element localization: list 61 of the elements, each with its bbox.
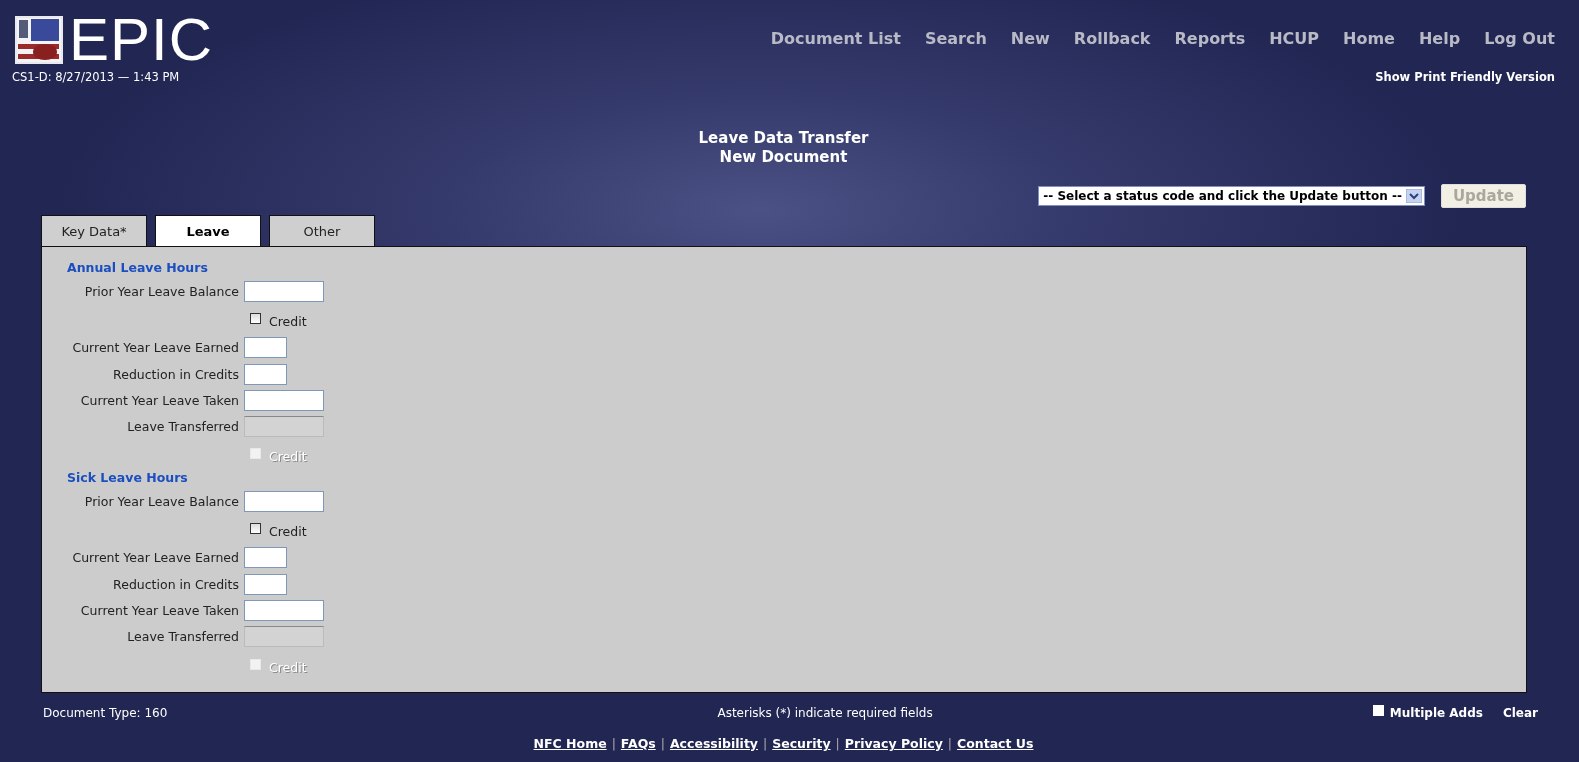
tab[interactable]: Other <box>269 215 375 246</box>
field-label: Current Year Leave Earned <box>71 550 240 566</box>
dropdown-arrow-icon <box>1405 189 1422 203</box>
checkbox-label: Credit <box>269 524 307 539</box>
status-dropdown[interactable]: -- Select a status code and click the Update button -- <box>1038 186 1425 206</box>
separator: | <box>835 736 840 751</box>
checkbox-label: Credit <box>269 659 307 675</box>
page-title: New Document <box>718 148 849 167</box>
tab[interactable]: Leave <box>155 215 261 246</box>
checkbox[interactable] <box>250 523 261 534</box>
nav-link[interactable]: Reports <box>1174 29 1246 48</box>
brand-name: EPIC <box>69 15 214 65</box>
required-note: Asterisks (*) indicate required fields <box>717 706 933 720</box>
input-field[interactable] <box>244 547 287 569</box>
section-heading: Sick Leave Hours <box>66 470 189 488</box>
section-heading: Annual Leave Hours <box>66 260 209 277</box>
field-label: Current Year Leave Taken <box>79 602 240 618</box>
checkbox-label: Credit <box>269 313 307 329</box>
clear-link[interactable]: Clear <box>1502 706 1538 720</box>
nav-link[interactable]: Home <box>1343 29 1395 48</box>
footer-link[interactable]: FAQs <box>620 736 656 751</box>
field-label: Leave Transferred <box>126 419 240 435</box>
nav-link[interactable]: Rollback <box>1073 29 1151 48</box>
input-field[interactable] <box>244 490 324 512</box>
nav-link[interactable]: Help <box>1418 29 1461 48</box>
page-title: Leave Data Transfer <box>697 129 870 148</box>
footer-link[interactable]: Accessibility <box>669 736 758 751</box>
footer-link[interactable]: Contact Us <box>957 736 1034 751</box>
field-label: Current Year Leave Earned <box>71 340 240 356</box>
field-label: Leave Transferred <box>126 629 240 645</box>
nav-link[interactable]: Document List <box>770 29 901 48</box>
timestamp: CS1-D: 8/27/2013 — 1:43 PM <box>12 70 180 84</box>
nav-link[interactable]: New <box>1010 29 1050 48</box>
footer-link[interactable]: Privacy Policy <box>844 736 943 751</box>
field-label: Prior Year Leave Balance <box>83 283 240 299</box>
field-label: Current Year Leave Taken <box>79 392 240 408</box>
field-label: Reduction in Credits <box>112 366 240 382</box>
nav-link[interactable]: Search <box>924 29 987 48</box>
input-field[interactable] <box>244 363 287 385</box>
document-type: Document Type: 160 <box>43 706 168 720</box>
tab[interactable]: Key Data* <box>41 215 147 246</box>
logo-icon <box>15 16 63 64</box>
input-field[interactable] <box>244 280 324 302</box>
separator: | <box>611 736 616 751</box>
checkbox[interactable] <box>250 312 261 324</box>
input-field[interactable] <box>244 389 324 411</box>
field-label: Reduction in Credits <box>112 576 240 592</box>
separator: | <box>660 736 665 751</box>
print-friendly-link[interactable]: Show Print Friendly Version <box>1375 70 1555 84</box>
input-field[interactable] <box>244 599 324 621</box>
footer-link[interactable]: NFC Home <box>533 736 607 751</box>
input-field[interactable] <box>244 337 287 359</box>
checkbox-label: Credit <box>269 449 307 465</box>
checkbox-label: Multiple Adds <box>1389 706 1483 720</box>
field-label: Prior Year Leave Balance <box>83 493 240 509</box>
separator: | <box>947 736 952 751</box>
separator: | <box>763 736 768 751</box>
footer-link[interactable]: Security <box>772 736 831 751</box>
nav-link[interactable]: HCUP <box>1269 29 1320 48</box>
nav-link[interactable]: Log Out <box>1484 29 1555 48</box>
input-field[interactable] <box>244 573 287 595</box>
